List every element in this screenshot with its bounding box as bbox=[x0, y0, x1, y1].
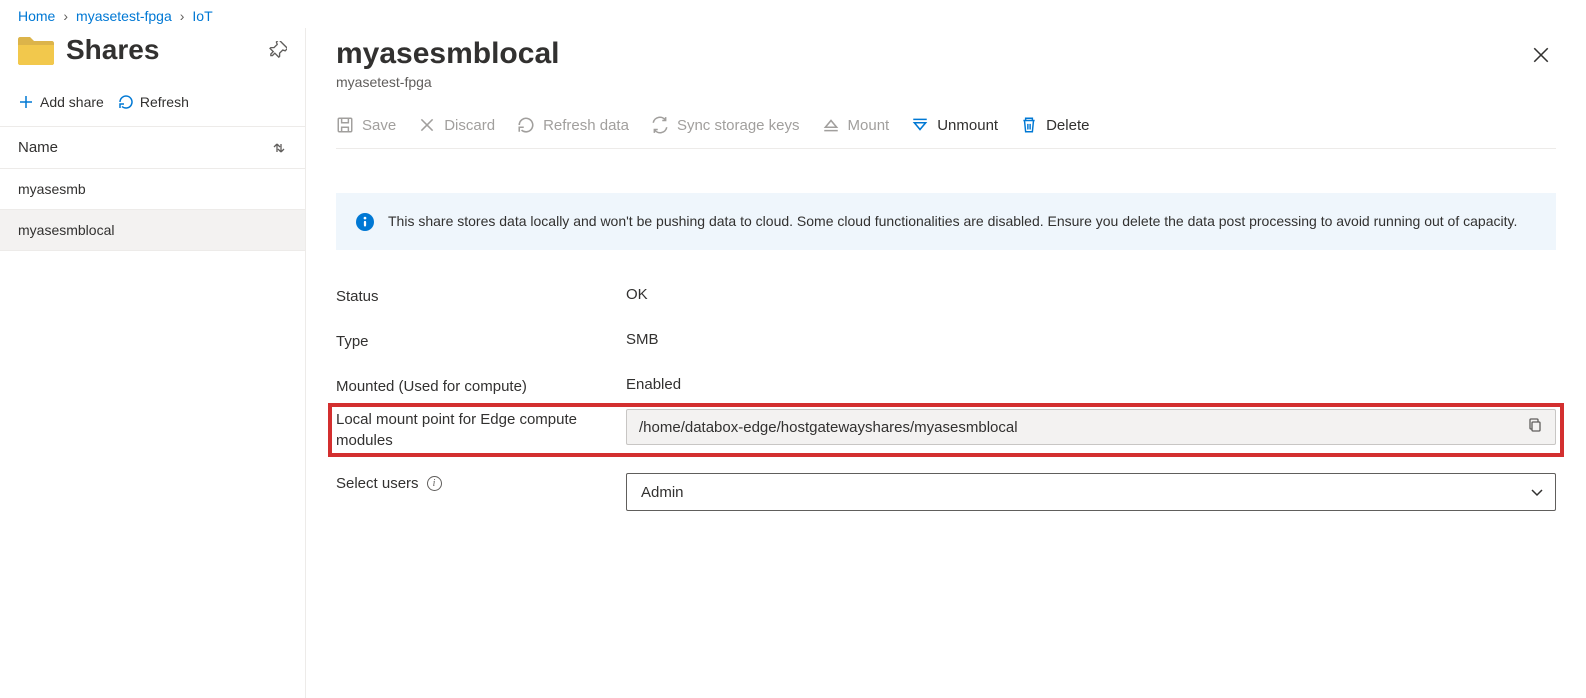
breadcrumb-sep: › bbox=[180, 8, 185, 24]
pin-icon[interactable] bbox=[269, 41, 287, 59]
close-icon bbox=[1532, 46, 1550, 64]
type-value: SMB bbox=[626, 331, 1556, 348]
status-value: OK bbox=[626, 286, 1556, 303]
sync-storage-label: Sync storage keys bbox=[677, 117, 800, 134]
discard-button: Discard bbox=[418, 116, 495, 134]
local-mount-input: /home/databox-edge/hostgatewayshares/mya… bbox=[626, 409, 1556, 445]
refresh-data-button: Refresh data bbox=[517, 116, 629, 134]
copy-button[interactable] bbox=[1523, 413, 1547, 441]
status-label: Status bbox=[336, 286, 626, 307]
select-users-dropdown[interactable]: Admin bbox=[626, 473, 1556, 511]
info-banner: This share stores data locally and won't… bbox=[336, 193, 1556, 250]
sync-storage-button: Sync storage keys bbox=[651, 116, 800, 134]
name-column-header[interactable]: Name bbox=[0, 127, 305, 169]
breadcrumb-resource[interactable]: myasetest-fpga bbox=[76, 8, 172, 24]
local-mount-value: /home/databox-edge/hostgatewayshares/mya… bbox=[639, 419, 1523, 436]
mounted-value: Enabled bbox=[626, 376, 1556, 393]
unmount-icon bbox=[911, 116, 929, 134]
unmount-label: Unmount bbox=[937, 117, 998, 134]
local-mount-row-highlighted: Local mount point for Edge compute modul… bbox=[330, 405, 1562, 455]
local-mount-label: Local mount point for Edge compute modul… bbox=[336, 409, 626, 451]
select-users-label: Select users i bbox=[336, 473, 626, 494]
save-icon bbox=[336, 116, 354, 134]
mount-button: Mount bbox=[822, 116, 890, 134]
save-label: Save bbox=[362, 117, 396, 134]
mount-label: Mount bbox=[848, 117, 890, 134]
breadcrumb-home[interactable]: Home bbox=[18, 8, 55, 24]
unmount-button[interactable]: Unmount bbox=[911, 116, 998, 134]
save-button: Save bbox=[336, 116, 396, 134]
sort-icon bbox=[271, 140, 287, 156]
delete-label: Delete bbox=[1046, 117, 1089, 134]
info-icon bbox=[356, 213, 374, 231]
name-column-label: Name bbox=[18, 139, 58, 156]
share-list-item[interactable]: myasesmblocal bbox=[0, 210, 305, 251]
breadcrumb: Home › myasetest-fpga › IoT bbox=[0, 0, 1586, 28]
refresh-shares-label: Refresh bbox=[140, 94, 189, 110]
type-label: Type bbox=[336, 331, 626, 352]
share-detail-panel: myasesmblocal myasetest-fpga Save Discar… bbox=[306, 28, 1586, 698]
chevron-down-icon bbox=[1529, 484, 1545, 500]
select-users-value: Admin bbox=[641, 484, 684, 501]
close-button[interactable] bbox=[1526, 40, 1556, 73]
delete-button[interactable]: Delete bbox=[1020, 116, 1089, 134]
copy-icon bbox=[1527, 417, 1543, 433]
shares-sidebar: Shares Add share Refresh Name myasesmb m… bbox=[0, 28, 306, 698]
add-share-label: Add share bbox=[40, 94, 104, 110]
folder-icon bbox=[18, 35, 54, 65]
share-list-item[interactable]: myasesmb bbox=[0, 169, 305, 210]
panel-title: myasesmblocal bbox=[336, 36, 1526, 72]
add-share-button[interactable]: Add share bbox=[18, 90, 104, 114]
delete-icon bbox=[1020, 116, 1038, 134]
info-text: This share stores data locally and won't… bbox=[388, 211, 1517, 232]
mount-icon bbox=[822, 116, 840, 134]
refresh-data-label: Refresh data bbox=[543, 117, 629, 134]
info-help-icon[interactable]: i bbox=[427, 476, 442, 491]
discard-icon bbox=[418, 116, 436, 134]
panel-subtitle: myasetest-fpga bbox=[336, 74, 1526, 90]
breadcrumb-sep: › bbox=[63, 8, 68, 24]
breadcrumb-section[interactable]: IoT bbox=[192, 8, 212, 24]
sync-icon bbox=[651, 116, 669, 134]
mounted-label: Mounted (Used for compute) bbox=[336, 376, 626, 397]
refresh-icon bbox=[517, 116, 535, 134]
refresh-shares-button[interactable]: Refresh bbox=[118, 90, 189, 114]
discard-label: Discard bbox=[444, 117, 495, 134]
shares-title: Shares bbox=[66, 34, 269, 66]
